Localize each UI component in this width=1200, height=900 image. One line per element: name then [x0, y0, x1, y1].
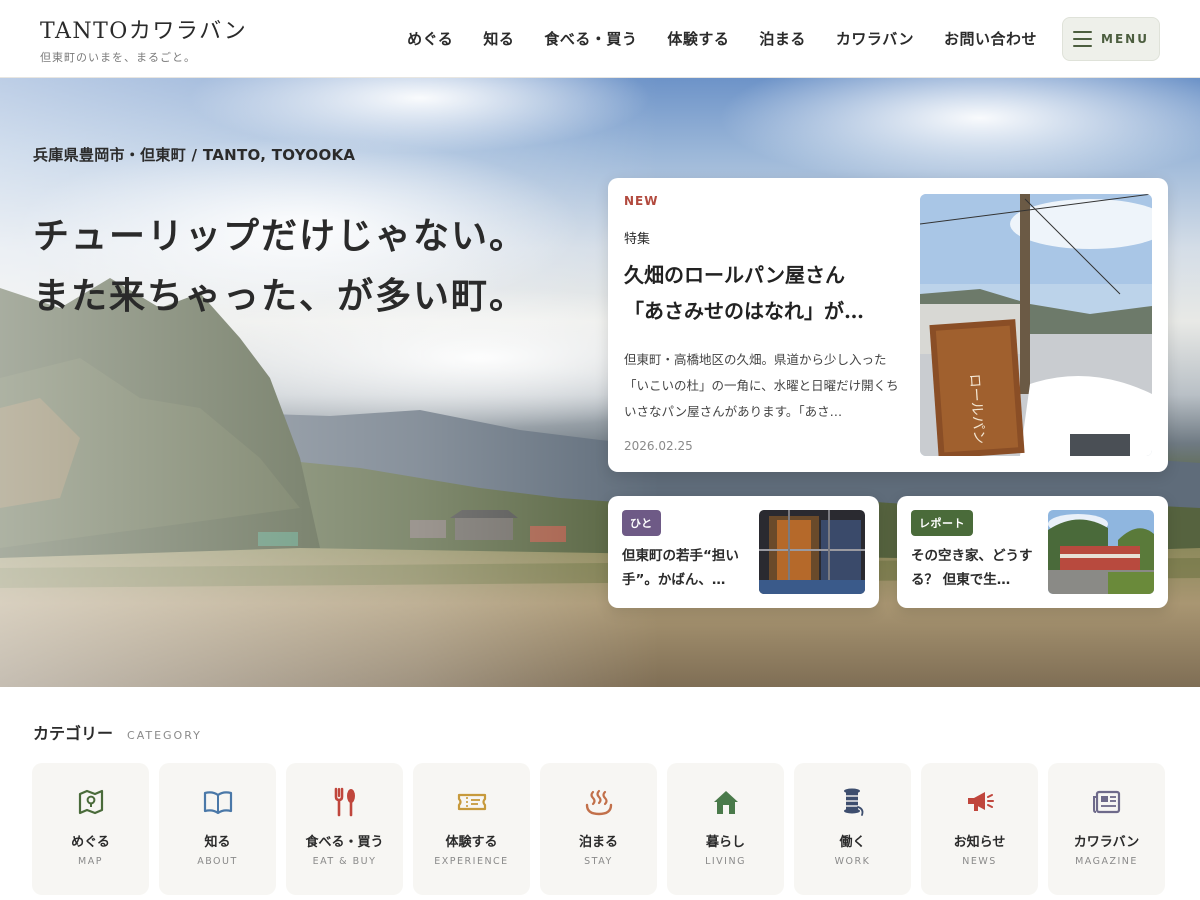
menu-button[interactable]: MENU: [1062, 16, 1160, 61]
featured-title-line2: 「あさみせのはなれ」が…: [624, 299, 864, 323]
tag-hito: ひと: [622, 510, 661, 536]
category-label: めぐる: [71, 835, 110, 850]
category-label-en: NEWS: [962, 856, 997, 867]
house-icon: [711, 787, 741, 817]
hero-catchphrase: チューリップだけじゃない。 また来ちゃった、が多い町。: [33, 206, 527, 326]
map-icon: [76, 787, 106, 817]
new-badge: NEW: [624, 194, 659, 208]
featured-title-line1: 久畑のロールパン屋さん: [624, 263, 845, 287]
hero-catch-line2: また来ちゃった、が多い町。: [33, 275, 528, 317]
ticket-icon: [457, 787, 487, 817]
article-card-report[interactable]: レポート その空き家、どうする？ 但東で生…: [897, 496, 1168, 608]
nav-item-meguru[interactable]: めぐる: [392, 28, 468, 49]
hero-catch-line1: チューリップだけじゃない。: [33, 215, 528, 257]
logo-title: TANTOカワラバン: [40, 18, 248, 44]
category-label: 暮らし: [705, 835, 745, 850]
category-experience[interactable]: 体験する EXPERIENCE: [413, 763, 530, 895]
hamburger-icon: [1073, 30, 1093, 47]
article-card-image: [1048, 510, 1154, 594]
logo-tagline: 但東町のいまを、まるごと。: [40, 50, 196, 64]
category-label-en: ABOUT: [197, 856, 238, 867]
featured-article-title: 久畑のロールパン屋さん 「あさみせのはなれ」が…: [624, 257, 906, 329]
menu-label: MENU: [1101, 31, 1149, 46]
category-label: カワラバン: [1073, 835, 1140, 850]
category-label-en: MAGAZINE: [1075, 856, 1138, 867]
category-shiru[interactable]: 知る ABOUT: [159, 763, 276, 895]
site-logo[interactable]: TANTOカワラバン 但東町のいまを、まるごと。: [40, 13, 247, 65]
category-label-en: MAP: [78, 856, 103, 867]
nav-item-kawaraban[interactable]: カワラバン: [821, 28, 929, 49]
category-label-en: EXPERIENCE: [434, 856, 509, 867]
utensils-icon: [330, 787, 360, 817]
category-label: お知らせ: [953, 835, 1006, 850]
featured-article-card[interactable]: NEW 特集 久畑のロールパン屋さん 「あさみせのはなれ」が… 但東町・高橋地区…: [608, 178, 1168, 472]
featured-article-image: ロールパン: [920, 194, 1152, 456]
article-card-text: ひと 但東町の若手“担い手”。かばん、…: [622, 510, 759, 594]
featured-article-date: 2026.02.25: [624, 439, 693, 453]
nav-item-eat-buy[interactable]: 食べる・買う: [529, 28, 652, 49]
nav-item-experience[interactable]: 体験する: [652, 28, 744, 49]
category-label-en: WORK: [834, 856, 871, 867]
category-living[interactable]: 暮らし LIVING: [667, 763, 784, 895]
category-label: 体験する: [445, 835, 498, 850]
site-header: TANTOカワラバン 但東町のいまを、まるごと。 めぐる 知る 食べる・買う 体…: [0, 0, 1200, 78]
book-icon: [203, 787, 233, 817]
featured-article-text: NEW 特集 久畑のロールパン屋さん 「あさみせのはなれ」が… 但東町・高橋地区…: [624, 194, 920, 456]
megaphone-icon: [965, 787, 995, 817]
category-label: 働く: [839, 835, 866, 850]
hot-spring-icon: [584, 787, 614, 817]
article-card-title: その空き家、どうする？ 但東で生…: [911, 548, 1033, 588]
hero-section: 兵庫県豊岡市・但東町 / TANTO, TOYOOKA チューリップだけじゃない…: [0, 78, 1200, 687]
category-work[interactable]: 働く WORK: [794, 763, 911, 895]
category-label: 泊まる: [578, 835, 618, 850]
category-magazine[interactable]: カワラバン MAGAZINE: [1048, 763, 1165, 895]
featured-article-category: 特集: [624, 232, 651, 247]
thread-spool-icon: [838, 787, 868, 817]
category-label-en: STAY: [584, 856, 613, 867]
global-nav: めぐる 知る 食べる・買う 体験する 泊まる カワラバン お問い合わせ: [392, 28, 1052, 49]
category-label-en: LIVING: [705, 856, 746, 867]
category-meguru[interactable]: めぐる MAP: [32, 763, 149, 895]
featured-article-excerpt: 但東町・高橋地区の久畑。県道から少し入った「いこいの杜」の一角に、水曜と日曜だけ…: [624, 352, 899, 419]
category-label: 知る: [204, 835, 231, 850]
category-title: カテゴリー: [33, 724, 114, 743]
category-heading: カテゴリー CATEGORY: [33, 720, 202, 744]
category-grid: めぐる MAP 知る ABOUT 食べる・買う EAT & BUY 体験する E…: [32, 763, 1165, 895]
category-label-en: EAT & BUY: [312, 856, 377, 867]
article-card-image: [759, 510, 865, 594]
tag-report: レポート: [911, 510, 973, 536]
article-card-hito[interactable]: ひと 但東町の若手“担い手”。かばん、…: [608, 496, 879, 608]
newspaper-icon: [1092, 787, 1122, 817]
article-card-title: 但東町の若手“担い手”。かばん、…: [622, 548, 739, 588]
nav-item-stay[interactable]: 泊まる: [744, 28, 821, 49]
hero-location: 兵庫県豊岡市・但東町 / TANTO, TOYOOKA: [33, 146, 356, 164]
category-eat-buy[interactable]: 食べる・買う EAT & BUY: [286, 763, 403, 895]
nav-item-shiru[interactable]: 知る: [468, 28, 529, 49]
category-news[interactable]: お知らせ NEWS: [921, 763, 1038, 895]
category-stay[interactable]: 泊まる STAY: [540, 763, 657, 895]
article-card-text: レポート その空き家、どうする？ 但東で生…: [911, 510, 1048, 594]
category-label: 食べる・買う: [305, 835, 384, 850]
category-title-en: CATEGORY: [127, 729, 202, 742]
nav-item-contact[interactable]: お問い合わせ: [929, 28, 1052, 49]
